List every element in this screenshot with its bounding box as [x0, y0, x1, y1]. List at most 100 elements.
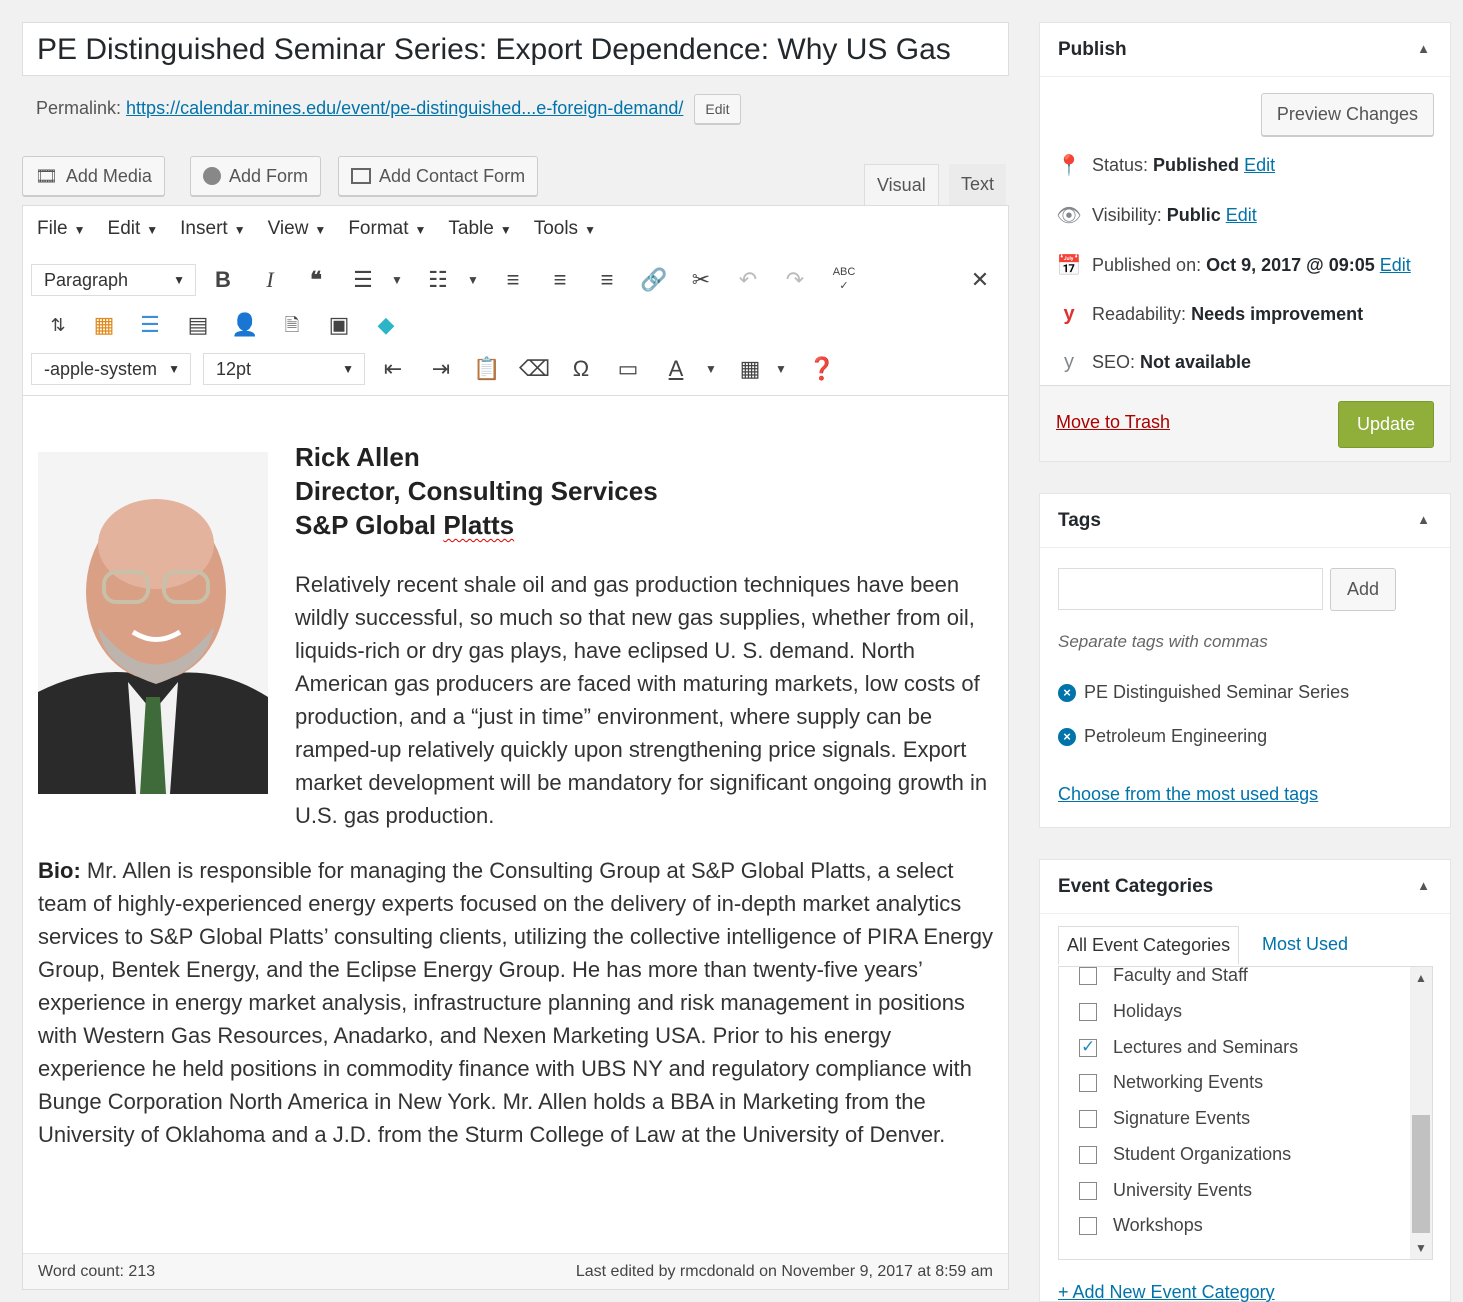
horizontal-lines-icon[interactable]: ▤ [183, 310, 213, 340]
tab-visual[interactable]: Visual [864, 164, 939, 206]
grid-blocks-icon[interactable]: ▦ [89, 310, 119, 340]
menu-tools[interactable]: Tools ▼ [534, 218, 596, 240]
remove-tag-icon[interactable]: × [1058, 727, 1076, 746]
link-icon[interactable]: 🔗 [639, 265, 669, 295]
paste-icon[interactable]: 📋 [472, 354, 502, 384]
italic-icon[interactable]: I [255, 265, 285, 295]
add-media-button[interactable]: 🎞 Add Media [22, 156, 165, 196]
align-right-icon[interactable]: ≡ [592, 265, 622, 295]
plugin-icon[interactable]: ◆ [371, 310, 401, 340]
tab-text[interactable]: Text [949, 164, 1007, 206]
menu-insert[interactable]: Insert ▼ [180, 218, 245, 240]
fullscreen-icon[interactable]: ✕ [965, 265, 995, 295]
insert-more-icon[interactable]: ⇅ [43, 310, 73, 340]
spellcheck-icon[interactable]: ABC ✓ [829, 265, 859, 295]
published-edit-link[interactable]: Edit [1380, 255, 1411, 275]
category-checkbox [1079, 1181, 1097, 1200]
text-color-dropdown-icon[interactable]: ▼ [703, 354, 719, 384]
categories-checklist[interactable]: Faculty and Staff Holidays Lectures and … [1058, 966, 1433, 1260]
speaker-title: Director, Consulting Services [295, 476, 658, 506]
permalink-link[interactable]: https://calendar.mines.edu/event/pe-dist… [126, 98, 683, 118]
editor-status-bar: Word count: 213 Last edited by rmcdonald… [23, 1253, 1008, 1289]
blockquote-icon[interactable]: ❝ [301, 265, 331, 295]
help-icon[interactable]: ❓ [807, 354, 837, 384]
published-on-row: 📅 Published on: Oct 9, 2017 @ 09:05 Edit [1056, 255, 1411, 277]
word-count: Word count: 213 [38, 1262, 156, 1280]
bullet-list-icon[interactable]: ☰ [348, 265, 378, 295]
tab-most-used[interactable]: Most Used [1262, 934, 1348, 955]
category-item[interactable]: Signature Events [1079, 1108, 1250, 1129]
tags-heading[interactable]: Tags ▲ [1040, 494, 1450, 548]
indent-icon[interactable]: ⇥ [426, 354, 456, 384]
category-item[interactable]: Workshops [1079, 1215, 1203, 1236]
scrollbar[interactable]: ▲ ▼ [1410, 967, 1432, 1259]
user-icon[interactable]: 👤 [230, 310, 260, 340]
menu-table[interactable]: Table ▼ [448, 218, 511, 240]
numbered-list-icon[interactable]: ☷ [423, 265, 453, 295]
font-size-select[interactable]: 12pt ▼ [203, 353, 365, 385]
category-item[interactable]: Faculty and Staff [1079, 967, 1248, 986]
table-icon[interactable]: ▦ [735, 354, 765, 384]
divider-blocks-icon[interactable]: ☰ [135, 310, 165, 340]
permalink-edit-button[interactable]: Edit [694, 94, 741, 124]
outdent-icon[interactable]: ⇤ [378, 354, 408, 384]
menu-edit[interactable]: Edit ▼ [108, 218, 159, 240]
special-char-icon[interactable]: Ω [566, 354, 596, 384]
font-family-select[interactable]: -apple-system ▼ [31, 353, 191, 385]
collapse-arrow-icon: ▲ [1417, 878, 1430, 893]
align-center-icon[interactable]: ≡ [545, 265, 575, 295]
add-tag-button[interactable]: Add [1330, 568, 1397, 611]
publish-box: Publish ▲ Preview Changes 📍 Status: Publi… [1039, 22, 1451, 462]
undo-icon[interactable]: ↶ [733, 265, 763, 295]
event-categories-heading[interactable]: Event Categories ▲ [1040, 860, 1450, 914]
document-icon[interactable]: 🗎 [277, 310, 307, 340]
update-button[interactable]: Update [1337, 401, 1434, 448]
tag-item: × PE Distinguished Seminar Series [1058, 682, 1349, 703]
status-edit-link[interactable]: Edit [1244, 155, 1275, 175]
category-item[interactable]: University Events [1079, 1180, 1252, 1201]
category-checkbox [1079, 1002, 1097, 1021]
horizontal-rule-icon[interactable]: ▭ [613, 354, 643, 384]
tag-input[interactable] [1058, 568, 1323, 610]
category-item[interactable]: Student Organizations [1079, 1144, 1291, 1165]
preview-changes-button[interactable]: Preview Changes [1260, 93, 1434, 136]
block-format-select[interactable]: Paragraph ▼ [31, 264, 196, 296]
bullet-list-dropdown-icon[interactable]: ▼ [389, 265, 405, 295]
category-item[interactable]: Holidays [1079, 1001, 1182, 1022]
visibility-row: 👁 Visibility: Public Edit [1056, 205, 1257, 227]
tab-all-event-categories[interactable]: All Event Categories [1058, 926, 1240, 965]
publish-actions: Move to Trash Update [1040, 385, 1450, 461]
table-dropdown-icon[interactable]: ▼ [773, 354, 789, 384]
bold-icon[interactable]: B [208, 265, 238, 295]
category-item[interactable]: Lectures and Seminars [1079, 1037, 1298, 1058]
unlink-icon[interactable]: ✂ [686, 265, 716, 295]
contact-form-icon [351, 168, 371, 184]
abstract-paragraph: Relatively recent shale oil and gas prod… [295, 572, 988, 828]
numbered-list-dropdown-icon[interactable]: ▼ [465, 265, 481, 295]
align-left-icon[interactable]: ≡ [498, 265, 528, 295]
text-color-icon[interactable]: A [661, 354, 691, 384]
form-icon [203, 167, 221, 185]
form-layout-icon[interactable]: ▣ [324, 310, 354, 340]
choose-most-used-tags-link[interactable]: Choose from the most used tags [1058, 784, 1318, 805]
pin-icon: 📍 [1056, 155, 1082, 177]
menu-format[interactable]: Format ▼ [348, 218, 426, 240]
speaker-heading: Rick Allen Director, Consulting Services… [295, 440, 658, 542]
redo-icon[interactable]: ↷ [780, 265, 810, 295]
seo-row: y SEO: Not available [1056, 351, 1251, 374]
post-title-input[interactable]: PE Distinguished Seminar Series: Export … [22, 22, 1009, 76]
add-contact-form-button[interactable]: Add Contact Form [338, 156, 539, 196]
menu-file[interactable]: File ▼ [37, 218, 86, 240]
add-form-button[interactable]: Add Form [190, 156, 322, 196]
add-new-event-category-link[interactable]: + Add New Event Category [1058, 1282, 1275, 1302]
move-to-trash-link[interactable]: Move to Trash [1056, 412, 1170, 433]
eye-icon: 👁 [1056, 205, 1082, 227]
clear-format-icon[interactable]: ⌫ [519, 354, 550, 384]
visibility-edit-link[interactable]: Edit [1226, 205, 1257, 225]
category-checkbox [1079, 1037, 1097, 1057]
remove-tag-icon[interactable]: × [1058, 683, 1076, 702]
menu-view[interactable]: View ▼ [268, 218, 327, 240]
publish-heading[interactable]: Publish ▲ [1040, 23, 1450, 77]
bio-text: Mr. Allen is responsible for managing th… [38, 858, 994, 1147]
category-item[interactable]: Networking Events [1079, 1072, 1263, 1093]
